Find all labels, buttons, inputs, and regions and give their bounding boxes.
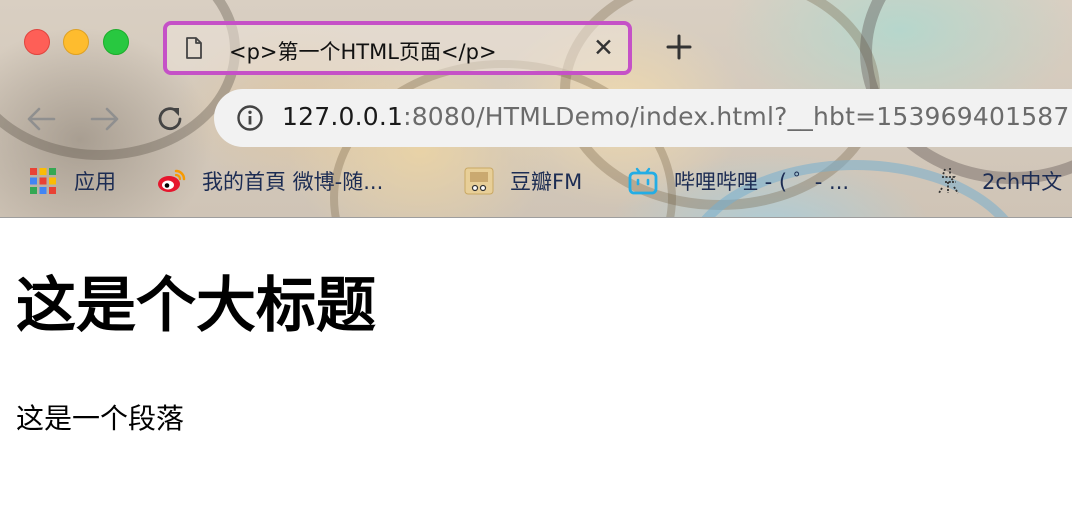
tab-title: <p>第一个HTML页面</p> [229,40,497,64]
window-minimize-button[interactable] [63,29,89,55]
tab-close-icon[interactable]: ✕ [593,33,614,63]
bookmark-label: 2ch中文 [982,170,1063,194]
weibo-icon [158,169,186,192]
reload-icon[interactable] [153,102,187,136]
url-path: :8080/HTMLDemo/index.html?__hbt=15396940… [403,102,1070,131]
page-heading: 这是个大标题 [16,271,376,341]
bilibili-icon [628,167,658,195]
url-text[interactable]: 127.0.0.1:8080/HTMLDemo/index.html?__hbt… [282,102,1070,131]
forward-arrow-icon[interactable] [88,102,122,136]
browser-tab[interactable]: <p>第一个HTML页面</p> ✕ [163,21,632,75]
bookmark-weibo[interactable]: 我的首頁 微博-随... [156,165,383,197]
bookmark-label: 应用 [74,170,116,194]
window-close-button[interactable] [24,29,50,55]
apps-grid-icon [30,168,56,194]
address-bar[interactable]: 127.0.0.1:8080/HTMLDemo/index.html?__hbt… [214,89,1072,147]
bookmark-label: 豆瓣FM [510,170,583,194]
bookmark-bilibili[interactable]: 哔哩哔哩 - ( ゜- ... [628,165,849,197]
back-arrow-icon[interactable] [24,102,58,136]
window-maximize-button[interactable] [103,29,129,55]
new-tab-icon[interactable] [665,33,693,61]
2ch-icon [938,168,959,194]
bookmark-apps[interactable]: 应用 [28,165,116,197]
page-paragraph: 这是一个段落 [16,402,185,435]
bookmark-douban-fm[interactable]: 豆瓣FM [464,165,582,197]
browser-chrome: <p>第一个HTML页面</p> ✕ 127.0.0.1:8080/HTMLDe… [0,0,1072,218]
bookmark-2ch[interactable]: 2ch中文 [936,165,1062,197]
url-host: 127.0.0.1 [282,102,404,131]
douban-fm-icon [464,167,494,195]
document-icon [186,37,202,59]
page-content: 这是个大标题 这是一个段落 [16,217,1056,437]
bookmark-label: 我的首頁 微博-随... [202,170,384,194]
info-icon[interactable] [236,104,264,132]
bookmark-label: 哔哩哔哩 - ( ゜- ... [674,170,850,194]
